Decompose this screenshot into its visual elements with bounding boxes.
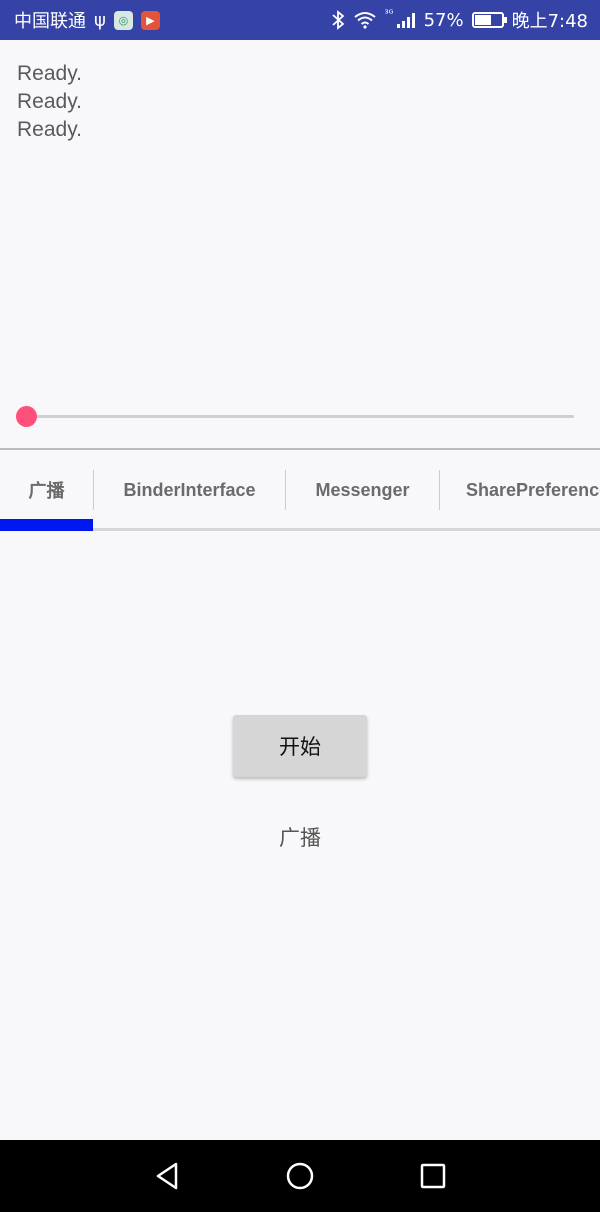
- status-left: 中国联通 ψ ◎ ▶: [14, 7, 160, 33]
- status-right: ³ᴳ 57% 晚上7:48: [331, 7, 588, 33]
- status-bar: 中国联通 ψ ◎ ▶ ³ᴳ 57% 晚上7:48: [0, 0, 600, 40]
- progress-seekbar[interactable]: [16, 405, 574, 429]
- back-icon[interactable]: [150, 1158, 186, 1194]
- tab-strip: 广播 BinderInterface Messenger SharePrefer…: [0, 452, 600, 532]
- log-line: Ready.: [17, 90, 82, 113]
- tab-broadcast[interactable]: 广播: [0, 470, 93, 510]
- recent-apps-icon[interactable]: [415, 1158, 451, 1194]
- clock: 晚上7:48: [511, 11, 588, 32]
- tab-binder-interface[interactable]: BinderInterface: [94, 470, 285, 510]
- page-label: 广播: [279, 826, 321, 850]
- log-line: Ready.: [17, 118, 82, 141]
- log-line: Ready.: [17, 62, 82, 85]
- usb-icon: ψ: [94, 9, 106, 31]
- signal-icon: [396, 13, 415, 28]
- start-button[interactable]: 开始: [233, 715, 367, 777]
- wifi-icon: [354, 12, 376, 29]
- divider: [0, 448, 600, 450]
- bluetooth-icon: [332, 10, 345, 30]
- tab-selected-indicator: [0, 519, 93, 531]
- log-output: Ready. Ready. Ready.: [17, 60, 577, 144]
- app-notification-icon: ◎: [113, 10, 133, 30]
- battery-icon: [471, 12, 507, 28]
- tab-share-preference[interactable]: SharePreference: [440, 470, 600, 510]
- network-type-label: ³ᴳ: [384, 8, 394, 20]
- tab-messenger[interactable]: Messenger: [286, 470, 439, 510]
- seekbar-thumb[interactable]: [16, 406, 37, 427]
- video-app-notification-icon: ▶: [140, 10, 160, 30]
- carrier-label: 中国联通: [14, 11, 86, 32]
- home-icon[interactable]: [282, 1158, 318, 1194]
- seekbar-track[interactable]: [26, 415, 574, 418]
- battery-percent: 57%: [423, 9, 464, 31]
- navigation-bar: [0, 1140, 600, 1212]
